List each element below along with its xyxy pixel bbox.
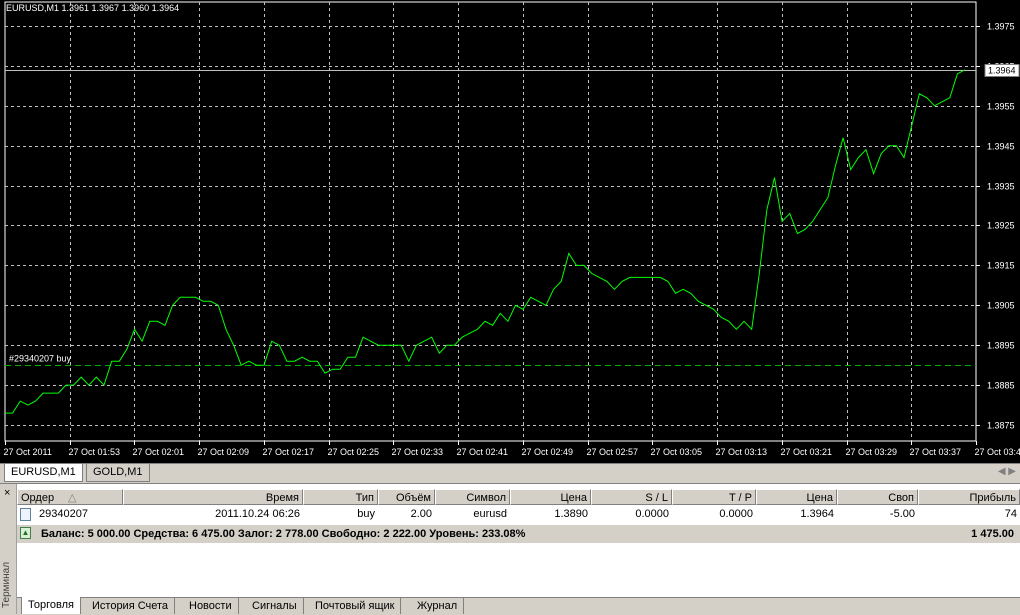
chart-tab-label: EURUSD,M1 xyxy=(11,466,76,478)
col-header-label: Ордер xyxy=(21,492,54,504)
chart-info-label: EURUSD,M1 1.3961 1.3967 1.3960 1.3964 xyxy=(6,3,179,13)
tab-scroll-arrows[interactable]: ◀ ▶ xyxy=(998,466,1016,477)
y-tick-label: 1.3955 xyxy=(987,102,1015,112)
tab-news[interactable]: Новости xyxy=(183,598,239,614)
chart-tab-bar: EURUSD,M1 GOLD,M1 ◀ ▶ xyxy=(0,463,1020,483)
x-tick-label: 27 Oct 02:49 xyxy=(522,447,574,457)
balance-row: ▲ Баланс: 5 000.00 Средства: 6 475.00 За… xyxy=(17,525,1020,543)
tab-mailbox[interactable]: Почтовый ящик xyxy=(309,598,401,614)
balance-profit: 1 475.00 xyxy=(971,526,1014,542)
x-tick-label: 27 Oct 02:01 xyxy=(133,447,185,457)
cell-sl: 0.0000 xyxy=(591,506,672,522)
y-tick-label: 1.3935 xyxy=(987,182,1015,192)
y-tick-label: 1.3875 xyxy=(987,421,1015,431)
cell-symbol: eurusd xyxy=(435,506,510,522)
x-tick-label: 27 Oct 03:29 xyxy=(846,447,898,457)
terminal-panel: × Терминал Ордер △ Время Тип Объём Симво… xyxy=(0,483,1020,614)
order-label: #29340207 buy xyxy=(9,354,72,364)
col-header-price[interactable]: Цена xyxy=(510,489,591,505)
col-header-swap[interactable]: Своп xyxy=(837,489,918,505)
cell-type: buy xyxy=(303,506,378,522)
col-header-label: T / P xyxy=(729,492,752,504)
chart-tab-gold[interactable]: GOLD,M1 xyxy=(86,464,150,482)
col-header-label: Тип xyxy=(356,492,374,504)
tab-label: История Счета xyxy=(92,600,168,612)
x-tick-label: 27 Oct 02:09 xyxy=(198,447,250,457)
x-tick-label: 27 Oct 03:13 xyxy=(716,447,768,457)
col-header-order[interactable]: Ордер △ xyxy=(17,489,123,505)
chart-tab-label: GOLD,M1 xyxy=(93,466,143,478)
chart-frame xyxy=(5,2,976,441)
col-header-label: Цена xyxy=(807,492,833,504)
close-icon[interactable]: × xyxy=(4,487,10,499)
x-tick-label: 27 Oct 03:21 xyxy=(781,447,833,457)
col-header-label: Цена xyxy=(561,492,587,504)
tab-label: Почтовый ящик xyxy=(315,600,394,612)
cell-volume: 2.00 xyxy=(378,506,435,522)
x-tick-label: 27 Oct 01:53 xyxy=(69,447,121,457)
col-header-label: S / L xyxy=(645,492,668,504)
x-tick-label: 27 Oct 02:25 xyxy=(328,447,380,457)
cell-tp: 0.0000 xyxy=(672,506,756,522)
x-tick-label: 27 Oct 02:41 xyxy=(457,447,509,457)
arrow-left-icon[interactable]: ◀ xyxy=(998,466,1006,477)
sort-ascending-icon: △ xyxy=(68,490,76,506)
tab-label: Журнал xyxy=(417,600,457,612)
arrow-right-icon[interactable]: ▶ xyxy=(1008,466,1016,477)
price-chart[interactable]: 1.39751.39651.39551.39451.39351.39251.39… xyxy=(0,0,1020,463)
current-price-label: 1.3964 xyxy=(988,66,1016,76)
order-icon xyxy=(20,508,31,521)
y-tick-label: 1.3945 xyxy=(987,142,1015,152)
col-header-current-price[interactable]: Цена xyxy=(756,489,837,505)
cell-order: 29340207 xyxy=(36,506,123,522)
col-header-profit[interactable]: Прибыль xyxy=(918,489,1020,505)
tab-signals[interactable]: Сигналы xyxy=(246,598,304,614)
x-tick-label: 27 Oct 2011 xyxy=(4,447,52,457)
col-header-sl[interactable]: S / L xyxy=(591,489,672,505)
col-header-label: Время xyxy=(266,492,299,504)
tab-trade[interactable]: Торговля xyxy=(21,597,81,614)
col-header-label: Своп xyxy=(888,492,914,504)
x-tick-label: 27 Oct 02:17 xyxy=(263,447,315,457)
cell-price: 1.3890 xyxy=(510,506,591,522)
col-header-label: Символ xyxy=(466,492,506,504)
x-tick-label: 27 Oct 02:57 xyxy=(587,447,639,457)
terminal-side-label: Терминал xyxy=(1,559,15,611)
col-header-tp[interactable]: T / P xyxy=(672,489,756,505)
tab-label: Сигналы xyxy=(252,600,297,612)
y-tick-label: 1.3905 xyxy=(987,301,1015,311)
y-tick-label: 1.3885 xyxy=(987,381,1015,391)
chart-tab-eurusd[interactable]: EURUSD,M1 xyxy=(4,464,83,482)
col-header-symbol[interactable]: Символ xyxy=(435,489,510,505)
x-tick-label: 27 Oct 02:33 xyxy=(392,447,444,457)
y-tick-label: 1.3915 xyxy=(987,261,1015,271)
col-header-time[interactable]: Время xyxy=(123,489,303,505)
cell-current-price: 1.3964 xyxy=(756,506,837,522)
terminal-tab-bar: Торговля История Счета Новости Сигналы П… xyxy=(17,597,1020,615)
y-tick-label: 1.3925 xyxy=(987,221,1015,231)
col-header-label: Прибыль xyxy=(969,492,1016,504)
col-header-label: Объём xyxy=(396,492,431,504)
col-header-volume[interactable]: Объём xyxy=(378,489,435,505)
chart-canvas[interactable]: 1.39751.39651.39551.39451.39351.39251.39… xyxy=(0,0,1020,463)
cell-time: 2011.10.24 06:26 xyxy=(123,506,303,522)
cell-profit: 74 xyxy=(918,506,1020,522)
x-tick-label: 27 Oct 03:45 xyxy=(975,447,1020,457)
tab-label: Новости xyxy=(189,600,232,612)
x-tick-label: 27 Oct 03:37 xyxy=(910,447,962,457)
tab-journal[interactable]: Журнал xyxy=(411,598,464,614)
terminal-sidebar: × Терминал xyxy=(0,484,17,614)
y-tick-label: 1.3895 xyxy=(987,341,1015,351)
balance-summary: Баланс: 5 000.00 Средства: 6 475.00 Зало… xyxy=(41,526,525,542)
tab-account-history[interactable]: История Счета xyxy=(86,598,175,614)
x-tick-label: 27 Oct 03:05 xyxy=(651,447,703,457)
tab-label: Торговля xyxy=(28,599,74,611)
price-line xyxy=(5,70,965,413)
cell-swap: -5.00 xyxy=(837,506,918,522)
y-tick-label: 1.3975 xyxy=(987,22,1015,32)
col-header-type[interactable]: Тип xyxy=(303,489,378,505)
balance-icon: ▲ xyxy=(20,527,31,539)
